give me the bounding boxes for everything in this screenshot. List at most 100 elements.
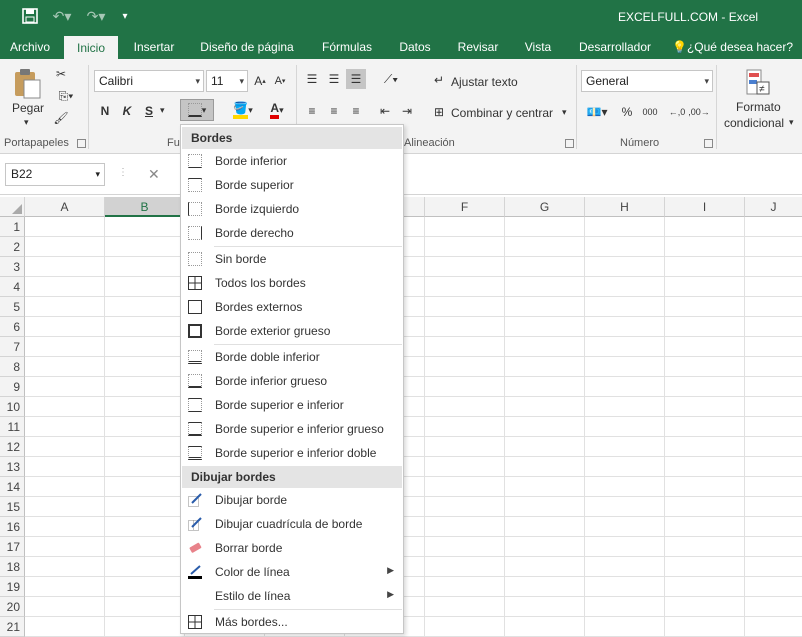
launcher-clipboard-icon[interactable] (77, 139, 86, 148)
tell-me-box[interactable]: 💡¿Qué desea hacer? (672, 35, 800, 59)
tab-diseno-pagina[interactable]: Diseño de página (192, 35, 302, 59)
row-header[interactable]: 16 (0, 517, 25, 537)
menu-item-thick-bottom[interactable]: Borde inferior grueso (182, 369, 402, 393)
column-header[interactable]: A (25, 197, 105, 217)
menu-item-top-thick-bottom[interactable]: Borde superior e inferior grueso (182, 417, 402, 441)
tab-vista[interactable]: Vista (516, 35, 560, 59)
merge-center-button[interactable]: Combinar y centrar (451, 106, 553, 120)
orientation-icon[interactable]: ⟋▾ (378, 71, 404, 87)
chevron-down-icon[interactable]: ▾ (160, 105, 165, 116)
paste-button[interactable]: Pegar (12, 101, 44, 115)
align-bottom-icon[interactable]: ☰ (346, 69, 366, 89)
copy-icon[interactable]: ⎘▾ (52, 87, 80, 105)
italic-button[interactable]: K (120, 101, 134, 121)
row-header[interactable]: 6 (0, 317, 25, 337)
menu-item-draw-border[interactable]: Dibujar borde (182, 488, 402, 512)
number-format-combo[interactable]: General ▾ (581, 70, 713, 92)
shrink-font-icon[interactable]: A ▾ (272, 70, 288, 92)
wrap-text-icon[interactable]: ↵ (430, 71, 448, 89)
tab-formulas[interactable]: Fórmulas (312, 35, 382, 59)
tab-desarrollador[interactable]: Desarrollador (568, 35, 662, 59)
name-box[interactable]: B22 ▾ (5, 163, 105, 186)
align-right-icon[interactable]: ≡ (348, 103, 364, 119)
save-icon[interactable] (20, 6, 40, 26)
increase-indent-icon[interactable]: ⇥ (398, 103, 416, 119)
column-header[interactable]: I (665, 197, 745, 217)
menu-item-line-color[interactable]: Color de línea ▶ (182, 560, 402, 584)
row-header[interactable]: 8 (0, 357, 25, 377)
merge-center-icon[interactable]: ⊞ (430, 103, 448, 121)
menu-item-border-left[interactable]: Borde izquierdo (182, 197, 402, 221)
menu-item-border-bottom[interactable]: Borde inferior (182, 149, 402, 173)
tab-insertar[interactable]: Insertar (124, 35, 184, 59)
accounting-format-icon[interactable]: 💶▾ (582, 103, 612, 121)
align-top-icon[interactable]: ☰ (304, 71, 320, 87)
conditional-format-label-1[interactable]: Formato (736, 100, 781, 114)
font-color-button[interactable]: A ▾ (262, 99, 292, 121)
undo-icon[interactable]: ↶▾ (50, 6, 74, 26)
menu-item-border-right[interactable]: Borde derecho (182, 221, 402, 245)
tab-datos[interactable]: Datos (390, 35, 440, 59)
drag-handle-icon[interactable]: ⋮ (118, 167, 128, 178)
row-header[interactable]: 15 (0, 497, 25, 517)
row-header[interactable]: 13 (0, 457, 25, 477)
paste-icon[interactable] (10, 67, 44, 101)
redo-icon[interactable]: ↷▾ (84, 6, 108, 26)
menu-item-no-border[interactable]: Sin borde (182, 247, 402, 271)
menu-item-top-double-bottom[interactable]: Borde superior e inferior doble (182, 441, 402, 465)
menu-item-double-bottom[interactable]: Borde doble inferior (182, 345, 402, 369)
menu-item-line-style[interactable]: Estilo de línea ▶ (182, 584, 402, 608)
font-name-combo[interactable]: Calibri ▾ (94, 70, 204, 92)
chevron-down-icon[interactable]: ▾ (24, 117, 29, 128)
row-header[interactable]: 1 (0, 217, 25, 237)
menu-item-more-borders[interactable]: Más bordes... (182, 610, 402, 634)
row-header[interactable]: 20 (0, 597, 25, 617)
select-all-corner[interactable] (0, 197, 25, 217)
menu-item-erase-border[interactable]: Borrar borde (182, 536, 402, 560)
row-header[interactable]: 17 (0, 537, 25, 557)
column-header[interactable]: H (585, 197, 665, 217)
launcher-alignment-icon[interactable] (565, 139, 574, 148)
row-header[interactable]: 10 (0, 397, 25, 417)
decrease-decimal-icon[interactable]: ,00→ (688, 103, 710, 121)
row-header[interactable]: 11 (0, 417, 25, 437)
row-header[interactable]: 12 (0, 437, 25, 457)
bold-button[interactable]: N (98, 101, 112, 121)
menu-item-border-top[interactable]: Borde superior (182, 173, 402, 197)
grow-font-icon[interactable]: A ▴ (252, 70, 268, 92)
row-header[interactable]: 18 (0, 557, 25, 577)
font-size-combo[interactable]: 11 ▾ (206, 70, 248, 92)
borders-button[interactable]: ▾ (180, 99, 214, 121)
percent-button[interactable]: % (618, 103, 636, 121)
underline-button[interactable]: S (142, 101, 156, 121)
column-header[interactable]: G (505, 197, 585, 217)
row-header[interactable]: 4 (0, 277, 25, 297)
format-painter-icon[interactable]: 🖌 (52, 109, 70, 127)
conditional-format-label-2[interactable]: condicional (724, 116, 784, 130)
column-header-selected[interactable]: B (105, 197, 185, 217)
menu-item-all-borders[interactable]: Todos los bordes (182, 271, 402, 295)
menu-item-draw-border-grid[interactable]: Dibujar cuadrícula de borde (182, 512, 402, 536)
row-header[interactable]: 7 (0, 337, 25, 357)
row-header[interactable]: 19 (0, 577, 25, 597)
column-header[interactable]: F (425, 197, 505, 217)
cut-icon[interactable]: ✂ (52, 65, 70, 83)
thousands-separator-button[interactable]: 000 (640, 103, 660, 121)
menu-item-outside-borders[interactable]: Bordes externos (182, 295, 402, 319)
row-header[interactable]: 21 (0, 617, 25, 637)
increase-decimal-icon[interactable]: ←,0 (668, 103, 686, 121)
row-header[interactable]: 9 (0, 377, 25, 397)
row-header[interactable]: 5 (0, 297, 25, 317)
tab-inicio[interactable]: Inicio (64, 36, 118, 59)
launcher-number-icon[interactable] (704, 139, 713, 148)
chevron-down-icon[interactable]: ▾ (789, 117, 794, 128)
align-center-icon[interactable]: ≡ (326, 103, 342, 119)
menu-item-thick-outside-border[interactable]: Borde exterior grueso (182, 319, 402, 343)
row-header[interactable]: 14 (0, 477, 25, 497)
row-header[interactable]: 3 (0, 257, 25, 277)
customize-quick-access-icon[interactable]: ▾ (118, 6, 132, 26)
menu-item-top-bottom[interactable]: Borde superior e inferior (182, 393, 402, 417)
cancel-icon[interactable]: ✕ (148, 166, 160, 183)
wrap-text-button[interactable]: Ajustar texto (451, 75, 518, 89)
row-header[interactable]: 2 (0, 237, 25, 257)
